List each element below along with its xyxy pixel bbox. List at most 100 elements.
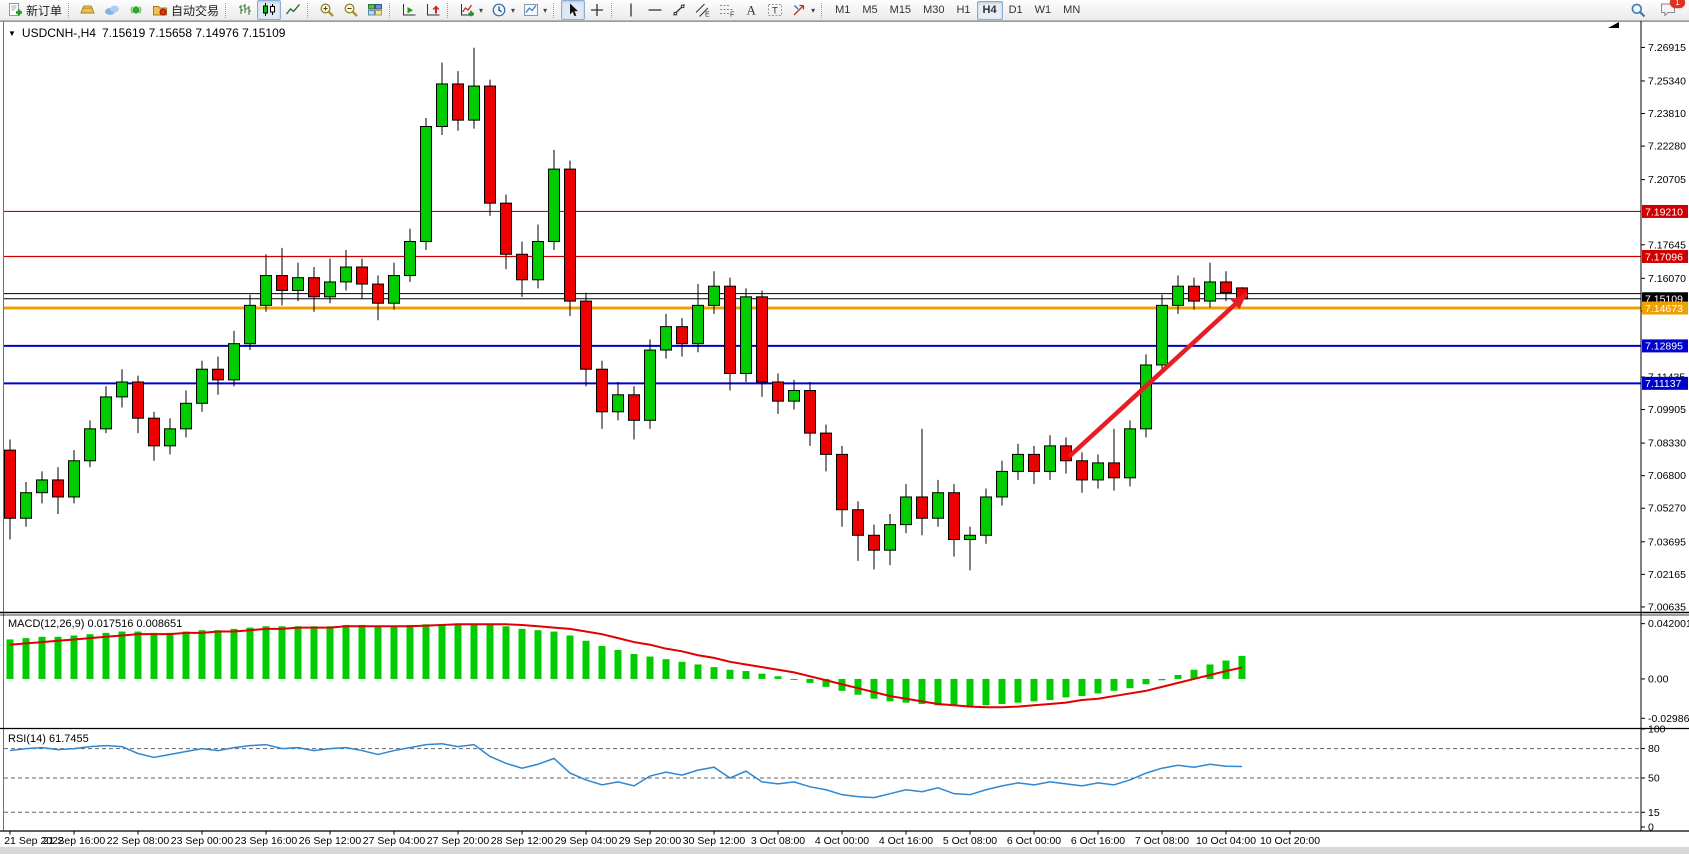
candle[interactable] [309,278,320,297]
candle[interactable] [949,493,960,540]
candle[interactable] [1109,463,1120,478]
candle[interactable] [757,297,768,382]
candle[interactable] [453,84,464,120]
candle[interactable] [533,241,544,279]
candle[interactable] [709,286,720,305]
candle[interactable] [1093,463,1104,480]
text-button[interactable]: A [739,0,763,20]
auto-scroll-button[interactable] [397,0,421,20]
candle[interactable] [149,418,160,446]
candle[interactable] [1029,454,1040,471]
candle[interactable] [693,305,704,343]
crosshair-button[interactable] [585,0,609,20]
templates-button[interactable]: ▾ [519,0,551,20]
candle[interactable] [853,510,864,536]
arrows-button[interactable]: ▾ [787,0,819,20]
candle[interactable] [741,297,752,374]
candle[interactable] [885,525,896,551]
timeframe-m15-button[interactable]: M15 [884,1,917,20]
candle[interactable] [229,344,240,380]
candle[interactable] [933,493,944,519]
vertical-line-button[interactable] [619,0,643,20]
candle[interactable] [69,461,80,497]
signals-button[interactable] [124,0,148,20]
candle[interactable] [53,480,64,497]
candle[interactable] [325,282,336,297]
candle[interactable] [1221,282,1232,293]
cursor-button[interactable] [561,0,585,20]
timeframe-m1-button[interactable]: M1 [829,1,856,20]
candle[interactable] [997,471,1008,497]
candle[interactable] [21,493,32,519]
candle[interactable] [37,480,48,493]
candle[interactable] [469,86,480,120]
fibonacci-button[interactable]: F [715,0,739,20]
candle[interactable] [1125,429,1136,478]
auto-trading-button[interactable]: 自动交易 [148,0,223,20]
candle[interactable] [261,276,272,306]
zoom-out-button[interactable] [339,0,363,20]
candle[interactable] [821,433,832,454]
chart-title[interactable]: ▼ USDCNH-,H4 7.15619 7.15658 7.14976 7.1… [8,26,285,40]
candle[interactable] [293,278,304,291]
publisher-button[interactable] [100,0,124,20]
candle[interactable] [901,497,912,525]
candle[interactable] [437,84,448,127]
candle[interactable] [501,203,512,254]
horizontal-line-button[interactable] [643,0,667,20]
candle[interactable] [789,391,800,402]
candle[interactable] [917,497,928,518]
equidistant-channel-button[interactable]: E [691,0,715,20]
candle[interactable] [1205,282,1216,301]
candle[interactable] [1013,454,1024,471]
candle[interactable] [645,350,656,420]
candle[interactable] [1045,446,1056,472]
candle[interactable] [421,127,432,242]
candle[interactable] [373,284,384,303]
chart-canvas[interactable]: 7.269157.253407.238107.222807.207057.176… [0,21,1689,854]
new-order-button[interactable]: 新订单 [3,0,66,20]
zoom-in-button[interactable] [315,0,339,20]
candle[interactable] [613,395,624,412]
candle[interactable] [1077,461,1088,480]
candle[interactable] [549,169,560,241]
periods-button[interactable]: ▾ [487,0,519,20]
candle[interactable] [581,301,592,369]
candle[interactable] [5,450,16,518]
indicators-button[interactable]: ▾ [455,0,487,20]
timeframe-mn-button[interactable]: MN [1057,1,1086,20]
candle[interactable] [837,454,848,509]
trendline-button[interactable] [667,0,691,20]
candle[interactable] [965,535,976,539]
text-label-button[interactable]: T [763,0,787,20]
candle[interactable] [245,305,256,343]
candle[interactable] [85,429,96,461]
candle[interactable] [869,535,880,550]
candle[interactable] [213,369,224,380]
candlestick-chart-button[interactable] [257,0,281,20]
candle[interactable] [357,267,368,284]
candle[interactable] [517,254,528,280]
timeframe-h4-button[interactable]: H4 [977,1,1003,20]
candle[interactable] [405,241,416,275]
tile-windows-button[interactable] [363,0,387,20]
candle[interactable] [1141,365,1152,429]
search-button[interactable] [1626,0,1650,20]
candle[interactable] [1157,305,1168,365]
bar-chart-button[interactable] [233,0,257,20]
candle[interactable] [277,276,288,291]
candle[interactable] [805,391,816,434]
candle[interactable] [133,382,144,418]
chart-style-button[interactable] [76,0,100,20]
candle[interactable] [725,286,736,373]
candle[interactable] [165,429,176,446]
candle[interactable] [389,276,400,304]
timeframe-w1-button[interactable]: W1 [1029,1,1058,20]
candle[interactable] [565,169,576,301]
candle[interactable] [1173,286,1184,305]
candle[interactable] [677,327,688,344]
timeframe-h1-button[interactable]: H1 [950,1,976,20]
candle[interactable] [629,395,640,421]
candle[interactable] [1189,286,1200,301]
candle[interactable] [117,382,128,397]
